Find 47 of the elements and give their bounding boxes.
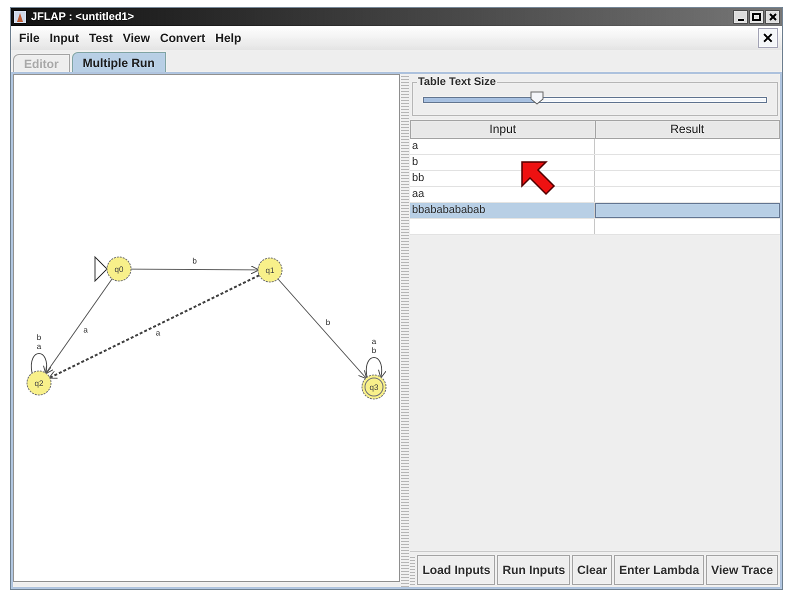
toolbar-button[interactable]: Load Inputs (417, 554, 496, 584)
transition-arrow[interactable] (130, 265, 260, 274)
transition-arrow[interactable] (44, 278, 113, 374)
automaton-canvas[interactable]: b a a b b a a b q0 q1 q2 q3 (13, 74, 400, 582)
close-tab-button[interactable]: ✕ (758, 28, 778, 48)
table-cell: bbababababab (410, 203, 595, 218)
tab[interactable]: Multiple Run (72, 52, 166, 72)
menu-item[interactable]: Help (211, 29, 246, 47)
transition-label: b (372, 346, 376, 355)
state-label: q1 (266, 266, 274, 275)
state-label: q2 (34, 379, 44, 388)
column-header[interactable]: Result (594, 121, 779, 138)
state[interactable] (26, 370, 52, 396)
toolbar-button[interactable]: View Trace (706, 554, 778, 584)
menu-item[interactable]: View (118, 29, 154, 47)
transition-label: a (36, 342, 42, 351)
toolbar-grip[interactable] (410, 554, 416, 584)
state[interactable] (258, 258, 282, 282)
menu-item[interactable]: Test (85, 29, 117, 47)
toolbar-button[interactable]: Enter Lambda (614, 554, 704, 584)
table-cell: a (410, 139, 595, 154)
maximize-button[interactable] (749, 10, 764, 24)
transition-label: b (36, 333, 42, 342)
pointer-arrow-icon (520, 160, 556, 196)
minimize-button[interactable] (733, 10, 748, 24)
close-icon (768, 13, 776, 21)
slider-track[interactable] (423, 91, 767, 107)
transition-label: a (156, 328, 160, 338)
transition-label: a (372, 337, 376, 346)
app-icon (13, 10, 27, 24)
transition-label: b (326, 318, 330, 328)
loop-arrow[interactable] (366, 357, 386, 378)
state-label: q3 (370, 383, 378, 392)
toolbar-button[interactable]: Run Inputs (497, 554, 570, 584)
transition-label: a (83, 326, 88, 335)
menu-item[interactable]: Convert (156, 29, 210, 47)
transition-label: b (192, 256, 197, 266)
toolbar-button[interactable]: Clear (572, 554, 612, 584)
state-label: q0 (114, 265, 124, 274)
menu-item[interactable]: Input (46, 29, 83, 47)
loop-arrow[interactable] (30, 353, 52, 374)
close-button[interactable] (765, 10, 780, 24)
slider-thumb[interactable] (530, 91, 544, 105)
state[interactable] (106, 256, 132, 282)
window-title: JFLAP : <untitled1> (31, 10, 134, 25)
menu-item[interactable]: File (15, 29, 44, 47)
column-header[interactable]: Input (411, 121, 594, 138)
